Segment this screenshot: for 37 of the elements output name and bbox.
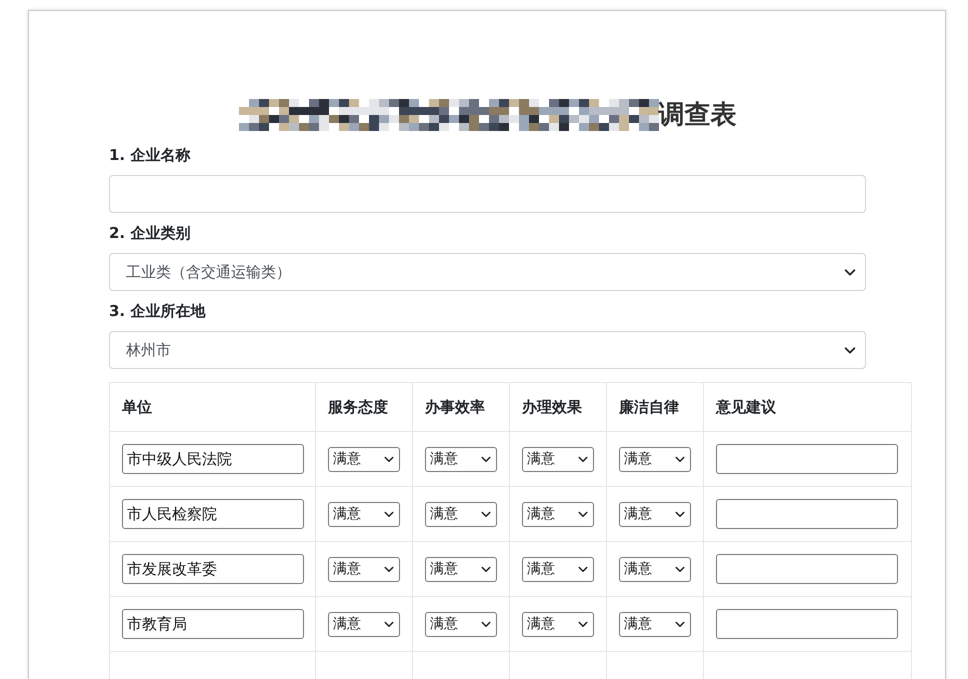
form-title: 调查表 (658, 102, 736, 128)
rating-dropdown[interactable]: 满意 (522, 446, 594, 472)
field-label: 2. 企业类别 (109, 223, 192, 243)
field-label: 3. 企业所在地 (109, 301, 207, 321)
dropdown[interactable]: 林州市 (109, 331, 866, 369)
rating-dropdown[interactable]: 满意 (328, 612, 400, 636)
column-header: 办理效果 (510, 382, 606, 432)
unit-field[interactable]: 市发展改革委 (122, 554, 304, 584)
input-field[interactable] (109, 175, 866, 213)
suggestion-field[interactable] (716, 444, 898, 474)
rating-dropdown[interactable]: 满意 (328, 556, 400, 582)
unit-field[interactable]: 市教育局 (122, 609, 304, 639)
rating-dropdown[interactable]: 满意 (619, 556, 691, 582)
rating-dropdown[interactable]: 满意 (328, 446, 400, 472)
rating-dropdown[interactable]: 满意 (522, 502, 594, 526)
dropdown[interactable]: 工业类（含交通运输类） (109, 253, 866, 291)
rating-dropdown[interactable]: 满意 (522, 612, 594, 636)
rating-dropdown[interactable]: 满意 (619, 502, 691, 526)
rating-dropdown[interactable]: 满意 (425, 612, 497, 636)
column-header: 单位 (110, 382, 316, 432)
rating-dropdown[interactable]: 满意 (328, 502, 400, 526)
rating-dropdown[interactable]: 满意 (425, 446, 497, 472)
unit-field[interactable]: 市中级人民法院 (122, 444, 304, 474)
rating-dropdown[interactable]: 满意 (425, 502, 497, 526)
suggestion-field[interactable] (716, 499, 898, 529)
rating-dropdown[interactable]: 满意 (619, 612, 691, 636)
column-header: 服务态度 (316, 382, 412, 432)
rating-dropdown[interactable]: 满意 (619, 446, 691, 472)
rating-dropdown[interactable]: 满意 (425, 556, 497, 582)
suggestion-field[interactable] (716, 609, 898, 639)
field-label: 1. 企业名称 (109, 145, 192, 165)
rating-dropdown[interactable]: 满意 (522, 556, 594, 582)
column-header: 办事效率 (412, 382, 510, 432)
column-header: 意见建议 (704, 382, 912, 432)
column-header: 廉洁自律 (606, 382, 704, 432)
unit-field[interactable]: 市人民检察院 (122, 499, 304, 529)
suggestion-field[interactable] (716, 554, 898, 584)
